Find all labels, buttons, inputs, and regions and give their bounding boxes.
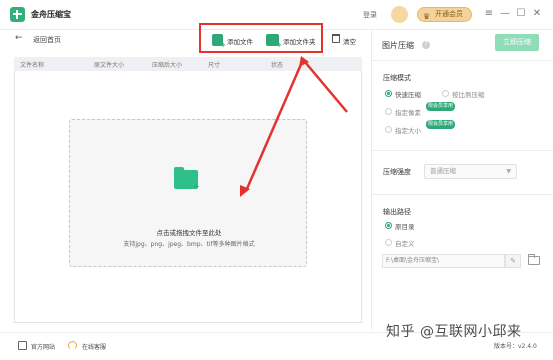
col-status: 状态 bbox=[271, 62, 284, 69]
compress-now-button[interactable]: 立即压缩 bbox=[495, 34, 539, 51]
compression-level-select[interactable]: 普通压缩 ▼ bbox=[424, 164, 517, 179]
login-link[interactable]: 登录 bbox=[363, 10, 377, 20]
member-badge: 限会员享用 bbox=[426, 120, 456, 129]
watermark: 知乎 @互联网小邱来 bbox=[386, 324, 522, 340]
mode-section-label: 压缩模式 bbox=[383, 74, 411, 82]
menu-icon[interactable]: ≡ bbox=[483, 8, 495, 20]
crown-icon: ♛ bbox=[423, 12, 431, 21]
radio-pixel-compress[interactable] bbox=[385, 108, 392, 115]
app-title: 金舟压缩宝 bbox=[31, 10, 71, 19]
drop-zone-subtitle: 支持jpg、png、jpeg、bmp、tif等多种图片格式 bbox=[123, 241, 255, 248]
help-icon[interactable]: ? bbox=[422, 41, 430, 49]
avatar[interactable] bbox=[391, 6, 408, 23]
col-filename: 文件名称 bbox=[20, 62, 45, 69]
section-divider bbox=[372, 194, 553, 195]
radio-ratio-compress[interactable] bbox=[442, 90, 449, 97]
edit-icon[interactable]: ✎ bbox=[505, 254, 521, 268]
back-arrow-icon[interactable]: ← bbox=[15, 33, 23, 43]
col-original-size: 原文件大小 bbox=[94, 62, 125, 69]
vip-button-label: 开通会员 bbox=[435, 10, 463, 18]
output-path-field[interactable]: F:\桌面\金舟压缩宝\ bbox=[382, 254, 505, 268]
home-icon[interactable] bbox=[18, 341, 27, 350]
headset-icon[interactable] bbox=[68, 341, 77, 350]
app-logo-icon bbox=[10, 7, 25, 22]
radio-original-dir-label[interactable]: 原目录 bbox=[395, 221, 415, 231]
col-dimensions: 尺寸 bbox=[208, 62, 221, 69]
drop-zone-title: 点击或拖拽文件至此处 bbox=[156, 229, 222, 237]
radio-custom-dir-label[interactable]: 自定义 bbox=[395, 238, 415, 248]
trash-icon[interactable] bbox=[332, 34, 340, 43]
radio-size-compress-label[interactable]: 指定大小 bbox=[395, 125, 421, 135]
chevron-down-icon: ▼ bbox=[506, 168, 511, 175]
radio-original-dir[interactable] bbox=[385, 222, 392, 229]
official-website-link[interactable]: 官方网站 bbox=[31, 342, 55, 351]
drop-zone[interactable]: + 点击或拖拽文件至此处 支持jpg、png、jpeg、bmp、tif等多种图片… bbox=[69, 119, 307, 267]
table-header: 文件名称 原文件大小 压缩后大小 尺寸 状态 bbox=[14, 57, 362, 71]
highlight-box bbox=[199, 23, 323, 53]
member-badge: 限会员享用 bbox=[426, 102, 456, 111]
close-icon[interactable]: ✕ bbox=[531, 8, 543, 20]
clear-button[interactable]: 清空 bbox=[343, 36, 356, 46]
online-service-link[interactable]: 在线客服 bbox=[82, 342, 106, 351]
radio-pixel-compress-label[interactable]: 指定像素 bbox=[395, 107, 421, 117]
compression-level-value: 普通压缩 bbox=[430, 167, 456, 175]
section-divider bbox=[372, 60, 553, 61]
section-divider bbox=[372, 150, 553, 151]
maximize-icon[interactable]: ☐ bbox=[515, 8, 527, 20]
panel-title: 图片压缩 bbox=[382, 41, 414, 50]
output-section-label: 输出路径 bbox=[383, 208, 411, 216]
radio-size-compress[interactable] bbox=[385, 126, 392, 133]
col-compressed-size: 压缩后大小 bbox=[152, 62, 183, 69]
back-home-link[interactable]: 返回首页 bbox=[33, 35, 61, 45]
panel-divider bbox=[371, 30, 372, 330]
radio-custom-dir[interactable] bbox=[385, 239, 392, 246]
version-label: 版本号：v2.4.0 bbox=[494, 341, 537, 350]
level-section-label: 压缩强度 bbox=[383, 168, 411, 176]
plus-icon: + bbox=[193, 182, 200, 191]
minimize-icon[interactable]: — bbox=[499, 8, 511, 20]
radio-fast-compress-label[interactable]: 快速压缩 bbox=[395, 89, 421, 99]
radio-fast-compress[interactable] bbox=[385, 90, 392, 97]
vip-button[interactable]: ♛ 开通会员 bbox=[417, 7, 472, 22]
radio-ratio-compress-label[interactable]: 按比例压缩 bbox=[452, 89, 485, 99]
open-folder-icon[interactable] bbox=[528, 254, 540, 265]
